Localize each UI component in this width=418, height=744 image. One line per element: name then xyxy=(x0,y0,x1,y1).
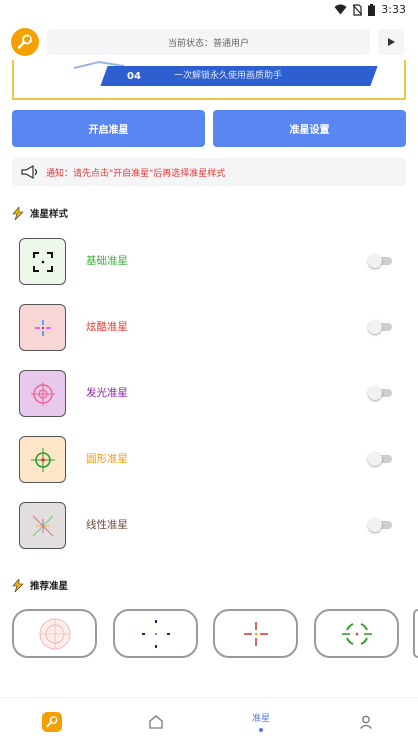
wrench-icon xyxy=(17,34,32,49)
basic-crosshair-icon xyxy=(32,251,53,272)
style-row-circle[interactable]: 圆形准星 xyxy=(0,434,418,484)
recommended-crosshair-5-partial[interactable] xyxy=(413,609,418,658)
linear-crosshair-thumb xyxy=(19,502,66,549)
section-title-recommend-label: 推荐准星 xyxy=(30,581,69,592)
circle-crosshair-thumb xyxy=(19,436,66,483)
recommended-crosshair-2[interactable] xyxy=(113,609,198,658)
battery-icon xyxy=(368,3,376,16)
toggle-linear[interactable] xyxy=(368,518,393,532)
open-crosshair-button[interactable]: 开启准星 xyxy=(12,110,205,147)
banner-badge: 04 xyxy=(127,70,141,82)
nav-tools[interactable] xyxy=(0,698,104,744)
red-cross-crosshair-icon xyxy=(243,621,268,646)
status-bar: 3:33 xyxy=(0,0,418,22)
toggle-glow[interactable] xyxy=(368,386,393,400)
user-icon xyxy=(360,715,372,729)
style-label-linear: 线性准星 xyxy=(86,519,128,531)
recommended-crosshair-3[interactable] xyxy=(213,609,298,658)
banner-text: 一次解锁永久使用画质助手 xyxy=(174,71,283,81)
section-title-recommend: 推荐准星 xyxy=(12,578,68,592)
basic-crosshair-thumb xyxy=(19,238,66,285)
style-row-basic[interactable]: 基础准星 xyxy=(0,236,418,286)
style-row-glow[interactable]: 发光准星 xyxy=(0,368,418,418)
style-label-circle: 圆形准星 xyxy=(86,453,128,465)
user-status-bar: 当前状态：普通用户 xyxy=(47,29,370,55)
toggle-circle[interactable] xyxy=(368,452,393,466)
bottom-nav: 准星 xyxy=(0,697,418,744)
nav-crosshair[interactable]: 准星 xyxy=(209,698,313,744)
style-label-cool: 炫酷准星 xyxy=(86,321,128,333)
notice-bar: 通知：请先点击"开启准星"后再选择准星样式 xyxy=(12,158,406,186)
tools-nav-icon xyxy=(42,711,62,732)
status-time: 3:33 xyxy=(381,3,406,16)
crosshair-settings-button[interactable]: 准星设置 xyxy=(213,110,406,147)
status-icons: 3:33 xyxy=(334,3,406,16)
circle-crosshair-icon xyxy=(30,447,55,472)
lightning-icon xyxy=(12,578,24,592)
section-title-styles: 准星样式 xyxy=(12,206,68,220)
linear-crosshair-icon xyxy=(32,515,53,536)
notice-text: 通知：请先点击"开启准星"后再选择准星样式 xyxy=(46,168,226,179)
nav-home[interactable] xyxy=(104,698,208,744)
promo-banner[interactable]: 04 一次解锁永久使用画质助手 xyxy=(12,60,406,100)
style-row-cool[interactable]: 炫酷准星 xyxy=(0,302,418,352)
recommended-crosshair-1[interactable] xyxy=(12,609,97,658)
wifi-icon xyxy=(334,4,347,15)
style-label-basic: 基础准星 xyxy=(86,255,128,267)
dot-crosshair-icon xyxy=(141,619,170,648)
home-icon xyxy=(149,714,163,729)
nav-crosshair-label: 准星 xyxy=(251,714,270,724)
play-button[interactable] xyxy=(378,29,404,55)
recommended-crosshair-4[interactable] xyxy=(314,609,399,658)
radial-crosshair-icon xyxy=(39,618,70,649)
glow-crosshair-icon xyxy=(30,381,55,406)
no-sim-icon xyxy=(353,3,363,16)
section-title-styles-label: 准星样式 xyxy=(30,209,69,220)
app-logo[interactable] xyxy=(11,28,39,56)
toggle-cool[interactable] xyxy=(368,320,393,334)
play-icon xyxy=(388,38,395,46)
glow-crosshair-thumb xyxy=(19,370,66,417)
app-header: 当前状态：普通用户 xyxy=(0,24,418,60)
style-label-glow: 发光准星 xyxy=(86,387,128,399)
nav-profile[interactable] xyxy=(314,698,418,744)
cool-crosshair-icon xyxy=(34,319,51,336)
active-indicator-dot xyxy=(259,728,263,732)
cool-crosshair-thumb xyxy=(19,304,66,351)
green-circle-crosshair-icon xyxy=(341,622,372,645)
lightning-icon xyxy=(12,206,24,220)
megaphone-icon xyxy=(21,164,38,180)
style-row-linear[interactable]: 线性准星 xyxy=(0,500,418,550)
toggle-basic[interactable] xyxy=(368,254,393,268)
